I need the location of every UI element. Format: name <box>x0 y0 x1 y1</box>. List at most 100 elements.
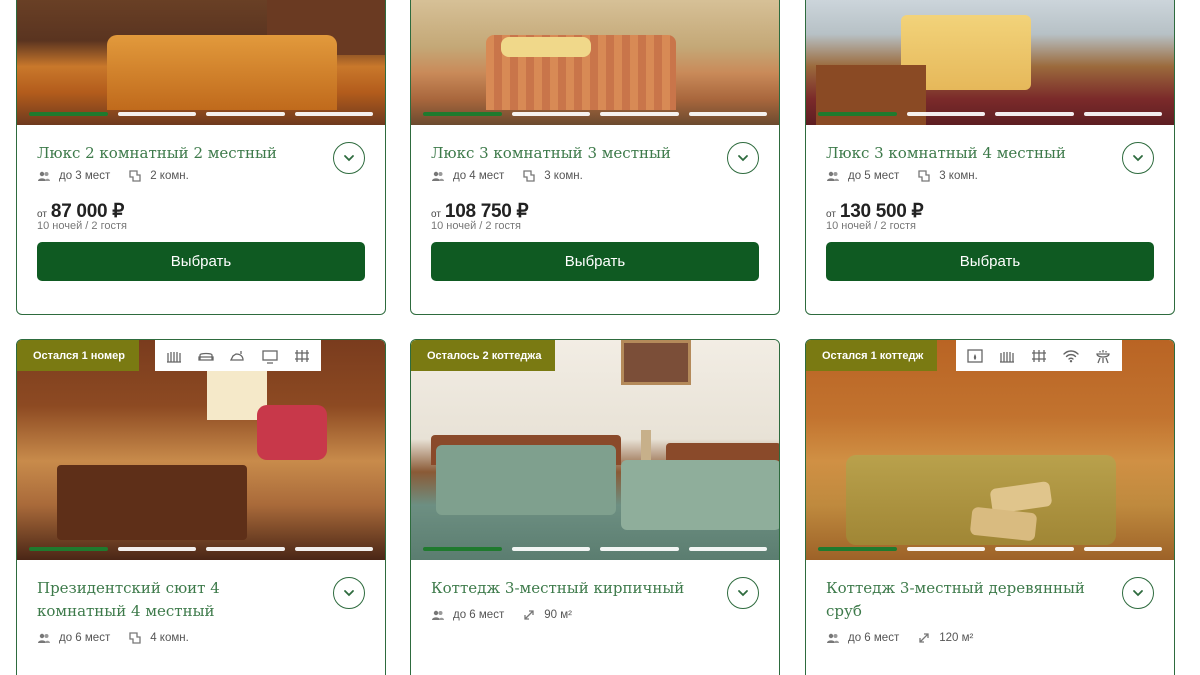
progress-segment[interactable] <box>294 112 373 116</box>
availability-badge: Остался 1 коттедж <box>806 340 938 371</box>
rooms-icon <box>128 169 142 183</box>
guests-icon <box>431 169 445 183</box>
nights-note: 10 ночей / 2 гостя <box>826 220 916 232</box>
progress-segment[interactable] <box>906 112 985 116</box>
select-button[interactable]: Выбрать <box>826 242 1154 281</box>
progress-segment[interactable] <box>423 112 502 116</box>
select-button[interactable]: Выбрать <box>37 242 365 281</box>
rooms-icon <box>522 169 536 183</box>
chevron-down-icon <box>738 155 748 162</box>
nights-note: 10 ночей / 2 гостя <box>37 220 127 232</box>
progress-segment[interactable] <box>600 547 679 551</box>
rooms-count: 4 комн. <box>150 632 189 644</box>
room-card[interactable]: Люкс 3 комнатный 3 местный до 4 мест 3 к… <box>410 0 780 315</box>
chevron-down-icon <box>1133 590 1143 597</box>
fireplace-icon <box>967 348 983 363</box>
progress-segment[interactable] <box>423 547 502 551</box>
radiator-icon <box>1032 349 1046 362</box>
room-title[interactable]: Люкс 3 комнатный 4 местный <box>826 125 1154 165</box>
radiator-icon <box>295 349 309 362</box>
sofa-icon <box>198 352 214 361</box>
guests-capacity: до 3 мест <box>59 170 111 182</box>
room-card[interactable]: Остался 1 коттедж Коттедж 3-местный дере… <box>805 339 1175 675</box>
chevron-down-icon <box>738 590 748 597</box>
progress-segment[interactable] <box>995 112 1074 116</box>
rooms-icon <box>128 631 142 645</box>
expand-button[interactable] <box>727 577 759 609</box>
guests-capacity: до 5 мест <box>848 170 900 182</box>
availability-badge: Осталось 2 коттеджа <box>411 340 556 371</box>
progress-segment[interactable] <box>600 112 679 116</box>
photo-progress <box>818 547 1162 551</box>
room-title[interactable]: Люкс 2 комнатный 2 местный <box>37 125 365 165</box>
grill-icon <box>1096 349 1110 363</box>
wifi-icon <box>1063 349 1079 362</box>
progress-segment[interactable] <box>818 112 897 116</box>
area-size: 120 м² <box>939 632 974 644</box>
iron-icon <box>229 350 244 361</box>
room-photo[interactable]: Остался 1 номер <box>17 340 385 560</box>
guests-icon <box>826 169 840 183</box>
amenities-bar <box>155 340 321 371</box>
guests-icon <box>826 631 840 645</box>
area-icon <box>522 608 536 622</box>
heater-icon <box>167 351 181 363</box>
room-photo[interactable]: Остался 1 коттедж <box>806 340 1174 560</box>
guests-capacity: до 6 мест <box>848 632 900 644</box>
progress-segment[interactable] <box>995 547 1074 551</box>
room-title[interactable]: Президентский сюит 4 комнатный 4 местный <box>37 560 365 623</box>
room-title[interactable]: Люкс 3 комнатный 3 местный <box>431 125 759 165</box>
chevron-down-icon <box>344 590 354 597</box>
room-title[interactable]: Коттедж 3-местный кирпичный <box>431 560 759 600</box>
progress-segment[interactable] <box>906 547 985 551</box>
progress-segment[interactable] <box>511 112 590 116</box>
room-card[interactable]: Остался 1 номер Президентский сюит 4 ком… <box>16 339 386 675</box>
select-button[interactable]: Выбрать <box>431 242 759 281</box>
room-photo[interactable] <box>17 0 385 125</box>
progress-segment[interactable] <box>1083 112 1162 116</box>
room-photo[interactable] <box>411 0 779 125</box>
expand-button[interactable] <box>333 577 365 609</box>
room-title[interactable]: Коттедж 3-местный деревянный сруб <box>826 560 1154 623</box>
area-icon <box>917 631 931 645</box>
photo-progress <box>423 547 767 551</box>
expand-button[interactable] <box>1122 577 1154 609</box>
chevron-down-icon <box>1133 155 1143 162</box>
progress-segment[interactable] <box>294 547 373 551</box>
room-card[interactable]: Осталось 2 коттеджа Коттедж 3-местный ки… <box>410 339 780 675</box>
price-prefix: от <box>826 209 836 220</box>
amenities-bar <box>956 340 1122 371</box>
expand-button[interactable] <box>1122 142 1154 174</box>
expand-button[interactable] <box>727 142 759 174</box>
progress-segment[interactable] <box>511 547 590 551</box>
room-photo[interactable] <box>806 0 1174 125</box>
progress-segment[interactable] <box>117 112 196 116</box>
room-photo[interactable]: Осталось 2 коттеджа <box>411 340 779 560</box>
guests-icon <box>37 631 51 645</box>
room-card[interactable]: Люкс 3 комнатный 4 местный до 5 мест 3 к… <box>805 0 1175 315</box>
progress-segment[interactable] <box>29 112 108 116</box>
progress-segment[interactable] <box>117 547 196 551</box>
progress-segment[interactable] <box>1083 547 1162 551</box>
nights-note: 10 ночей / 2 гостя <box>431 220 521 232</box>
tv-icon <box>262 349 278 364</box>
photo-progress <box>29 112 373 116</box>
progress-segment[interactable] <box>688 547 767 551</box>
progress-segment[interactable] <box>29 547 108 551</box>
rooms-icon <box>917 169 931 183</box>
expand-button[interactable] <box>333 142 365 174</box>
heater-icon <box>1000 351 1014 363</box>
photo-progress <box>29 547 373 551</box>
room-card[interactable]: Люкс 2 комнатный 2 местный до 3 мест 2 к… <box>16 0 386 315</box>
price-prefix: от <box>37 209 47 220</box>
progress-segment[interactable] <box>206 112 285 116</box>
guests-capacity: до 6 мест <box>59 632 111 644</box>
availability-badge: Остался 1 номер <box>17 340 139 371</box>
area-size: 90 м² <box>544 609 572 621</box>
progress-segment[interactable] <box>818 547 897 551</box>
price-prefix: от <box>431 209 441 220</box>
progress-segment[interactable] <box>688 112 767 116</box>
photo-progress <box>818 112 1162 116</box>
progress-segment[interactable] <box>206 547 285 551</box>
rooms-count: 3 комн. <box>939 170 978 182</box>
